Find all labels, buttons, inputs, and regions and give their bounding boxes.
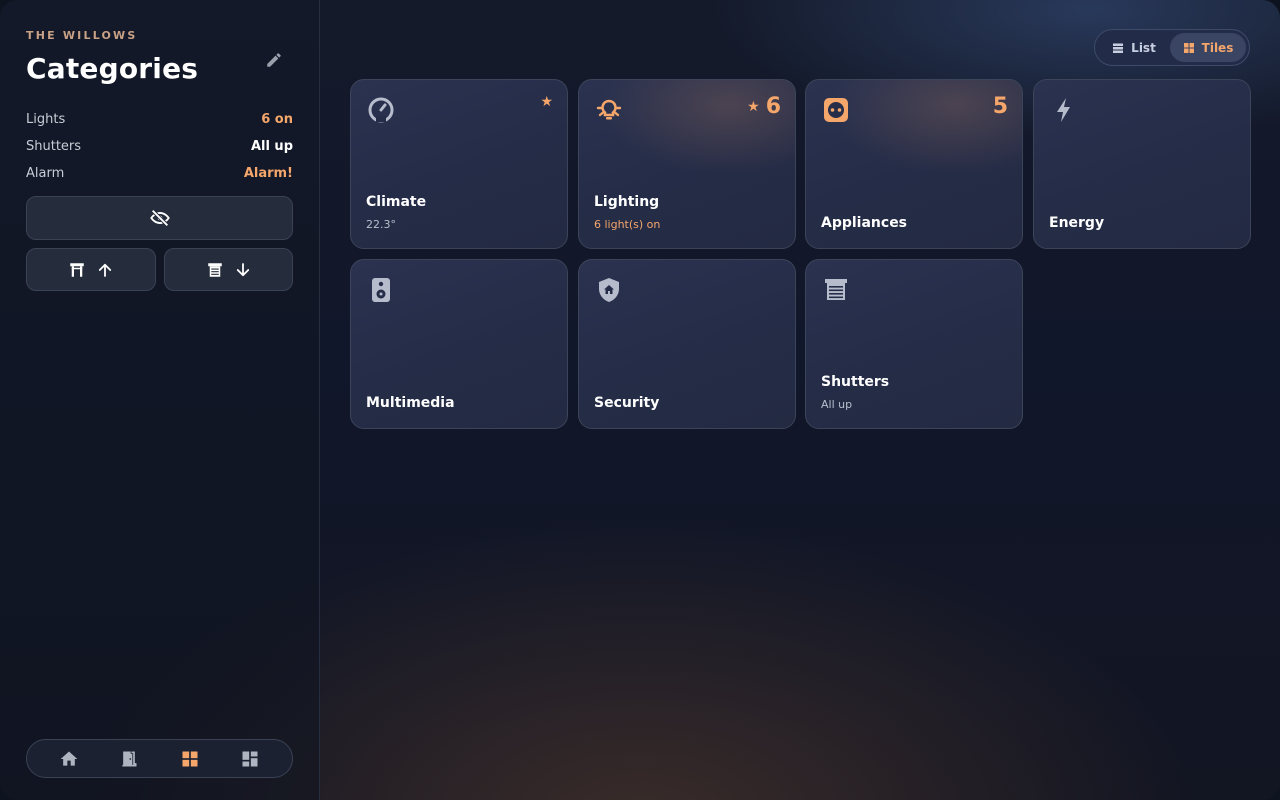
nav-rooms[interactable] (115, 745, 143, 773)
view-tiles-option[interactable]: Tiles (1170, 33, 1246, 62)
door-icon (122, 751, 137, 766)
tile-icon (595, 96, 623, 124)
tile-energy[interactable]: Energy (1033, 79, 1251, 249)
tile-badge: 5 (993, 94, 1008, 119)
stat-value: All up (250, 139, 293, 154)
nav-dashboard[interactable] (236, 745, 264, 773)
stat-row-lights: Lights 6 on (26, 106, 293, 133)
pencil-icon (267, 53, 281, 67)
socket-icon (824, 98, 848, 122)
nav-categories[interactable] (176, 745, 204, 773)
arrow-down-icon (236, 262, 249, 276)
hide-button[interactable] (26, 196, 293, 240)
nav-home[interactable] (55, 745, 83, 773)
shutters-up-button[interactable] (26, 248, 156, 291)
stat-value: Alarm! (243, 166, 293, 181)
tile-shutters[interactable]: Shutters All up (805, 259, 1023, 429)
tile-name: Shutters (821, 374, 890, 390)
grid-icon (182, 751, 198, 766)
shutter-icon (825, 279, 847, 300)
shutters-down-button[interactable] (164, 248, 293, 291)
stat-label: Shutters (26, 139, 82, 154)
bottom-nav (26, 739, 293, 778)
status-summary: Lights 6 on Shutters All up Alarm Alarm! (26, 106, 293, 187)
light-bulb-icon (596, 99, 622, 120)
view-tiles-label: Tiles (1201, 40, 1234, 55)
tile-icon (822, 276, 850, 304)
home-name: THE WILLOWS (26, 29, 138, 42)
tile-security[interactable]: Security (578, 259, 796, 429)
tile-name: Energy (1049, 215, 1105, 231)
star-icon: ★ (540, 94, 553, 110)
stat-row-shutters: Shutters All up (26, 133, 293, 160)
stat-row-alarm: Alarm Alarm! (26, 160, 293, 187)
tile-badge: ★ (540, 94, 553, 110)
tile-icon (367, 96, 395, 124)
list-icon (1113, 43, 1124, 53)
home-icon (60, 751, 78, 766)
thermostat-icon (368, 97, 394, 123)
tile-subtitle: 22.3° (366, 218, 396, 231)
tile-count: 6 (765, 94, 781, 119)
page-title: Categories (26, 52, 199, 85)
shutter-closed-icon (207, 262, 222, 277)
tile-icon (367, 276, 395, 304)
tiles-icon (1183, 42, 1194, 53)
tile-subtitle: All up (821, 398, 853, 411)
view-toggle: List Tiles (1094, 29, 1250, 66)
app-window: THE WILLOWS Categories Lights 6 on Shutt… (0, 0, 1280, 800)
stat-value: 6 on (261, 112, 293, 127)
tile-name: Appliances (821, 215, 908, 231)
star-icon: ★ (747, 98, 760, 115)
shield-home-icon (599, 278, 619, 302)
tile-appliances[interactable]: 5 Appliances (805, 79, 1023, 249)
shutter-icon (70, 262, 84, 277)
stat-label: Lights (26, 112, 66, 127)
tile-icon (1050, 96, 1078, 124)
tile-icon (822, 96, 850, 124)
arrow-up-icon (98, 263, 112, 277)
tile-name: Lighting (594, 194, 660, 210)
tile-name: Multimedia (366, 395, 455, 411)
sidebar: THE WILLOWS Categories Lights 6 on Shutt… (0, 0, 320, 800)
tile-icon (595, 276, 623, 304)
lightning-icon (1057, 98, 1070, 122)
tile-multimedia[interactable]: Multimedia (350, 259, 568, 429)
eye-off-icon (149, 209, 170, 227)
tile-subtitle: 6 light(s) on (594, 218, 661, 231)
speaker-icon (372, 278, 390, 302)
edit-button[interactable] (262, 48, 286, 72)
stat-label: Alarm (26, 166, 65, 181)
tile-badge: ★ 6 (747, 94, 781, 119)
tile-lighting[interactable]: ★ 6 Lighting 6 light(s) on (578, 79, 796, 249)
tile-name: Security (594, 395, 660, 411)
dashboard-icon (242, 751, 258, 766)
view-list-label: List (1131, 40, 1156, 55)
tile-count: 5 (992, 94, 1008, 119)
tile-climate[interactable]: ★ Climate 22.3° (350, 79, 568, 249)
tile-name: Climate (366, 194, 427, 210)
view-list-option[interactable]: List (1098, 33, 1170, 62)
